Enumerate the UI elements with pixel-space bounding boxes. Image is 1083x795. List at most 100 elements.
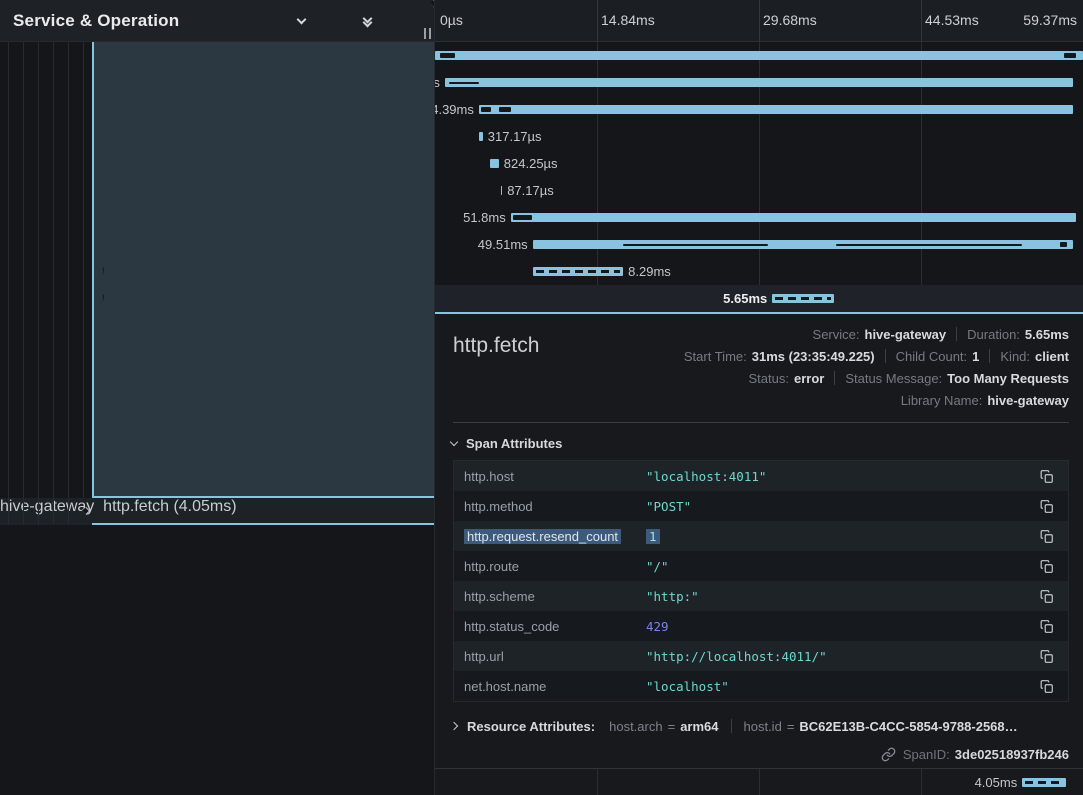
bar-dash-marks xyxy=(775,297,831,300)
copy-icon[interactable] xyxy=(1032,469,1068,484)
attribute-row[interactable]: http.host"localhost:4011" xyxy=(454,461,1068,491)
double-chevron-down-icon[interactable] xyxy=(359,13,375,29)
double-chevron-right-icon[interactable] xyxy=(392,13,408,29)
error-icon xyxy=(96,291,111,306)
attribute-row[interactable]: http.method"POST" xyxy=(454,491,1068,521)
timeline-span-row[interactable]: 54.39ms xyxy=(435,96,1083,123)
span-duration-bar[interactable] xyxy=(1022,778,1066,787)
span-duration-label: 54.39ms xyxy=(435,96,474,123)
span-duration-bar[interactable] xyxy=(511,213,1076,222)
span-duration-bar[interactable] xyxy=(479,105,1073,114)
tree-indent-guide xyxy=(8,42,9,498)
attribute-key: http.route xyxy=(464,559,646,574)
timeline-span-row[interactable]: 8.29ms xyxy=(435,258,1083,285)
tree-indent-guide xyxy=(53,42,54,498)
error-icon xyxy=(96,264,111,279)
attribute-row[interactable]: http.status_code429 xyxy=(454,611,1068,641)
attribute-row[interactable]: net.host.name"localhost" xyxy=(454,671,1068,701)
span-duration-bar[interactable] xyxy=(533,267,623,276)
attribute-value-selection: 1 xyxy=(646,529,660,544)
timeline-panel: 0µs14.84ms29.68ms44.53ms59.37ms 57.57ms5… xyxy=(434,0,1083,795)
resource-value: arm64 xyxy=(680,719,718,734)
timeline-tick-label: 44.53ms xyxy=(925,0,979,40)
detail-meta-row: Status: error Status Message: Too Many Requ… xyxy=(749,367,1070,389)
timeline-span-row[interactable]: 317.17µs xyxy=(435,123,1083,150)
attribute-key: http.host xyxy=(464,469,646,484)
copy-icon[interactable] xyxy=(1032,499,1068,514)
tree-panel-header: Service & Operation xyxy=(0,0,434,42)
copy-icon[interactable] xyxy=(1032,619,1068,634)
span-tree-panel: Service & Operation hive-gateway POST (5… xyxy=(0,0,434,795)
chevron-down-icon xyxy=(450,438,458,446)
timeline-span-row[interactable]: 87.17µs xyxy=(435,177,1083,204)
timeline-span-row[interactable]: 57.57ms xyxy=(435,69,1083,96)
meta-value: error xyxy=(794,371,824,386)
tree-indent-guide xyxy=(23,498,24,525)
span-duration-bar[interactable] xyxy=(435,51,1083,60)
span-duration-label: 8.29ms xyxy=(628,258,671,285)
meta-label: Child Count: xyxy=(896,349,968,364)
bar-self-time-mark xyxy=(513,215,532,220)
span-service-name: hive-gateway xyxy=(0,498,94,515)
span-attributes-table: http.host"localhost:4011"http.method"POS… xyxy=(453,460,1069,702)
copy-icon[interactable] xyxy=(1032,649,1068,664)
attribute-key: http.request.resend_count xyxy=(464,529,646,544)
bar-self-time-mark xyxy=(1064,53,1076,58)
copy-icon[interactable] xyxy=(1032,679,1068,694)
meta-label: Start Time: xyxy=(684,349,747,364)
attribute-key: http.status_code xyxy=(464,619,646,634)
tree-indent-guide xyxy=(8,498,9,525)
tree-panel-title: Service & Operation xyxy=(13,11,179,31)
span-attributes-title: Span Attributes xyxy=(466,436,562,451)
timeline-span-row[interactable] xyxy=(435,42,1083,69)
attribute-row[interactable]: http.scheme"http:" xyxy=(454,581,1068,611)
attribute-key-selection: http.request.resend_count xyxy=(464,529,621,544)
timeline-span-row[interactable]: 5.65ms xyxy=(435,285,1083,312)
attribute-value: "http://localhost:4011/" xyxy=(646,649,1032,664)
meta-label: Status Message: xyxy=(845,371,942,386)
column-resize-handle-icon[interactable] xyxy=(424,28,431,39)
span-row-label: hive-gateway http.fetch (4.05ms) xyxy=(0,498,237,515)
timeline-bottom-row: 4.05ms xyxy=(435,768,1083,795)
tree-indent-guide xyxy=(68,42,69,498)
timeline-body: 57.57ms54.39ms317.17µs824.25µs87.17µs51.… xyxy=(435,42,1083,312)
span-duration-label: 5.65ms xyxy=(723,285,767,312)
resource-attribute: host.arch=arm64 xyxy=(609,719,718,734)
timeline-span-row[interactable]: 51.8ms xyxy=(435,204,1083,231)
link-icon xyxy=(881,747,896,762)
resource-key: host.id xyxy=(744,719,782,734)
timeline-span-row[interactable]: 824.25µs xyxy=(435,150,1083,177)
attribute-row[interactable]: http.url"http://localhost:4011/" xyxy=(454,641,1068,671)
resource-key: host.arch xyxy=(609,719,662,734)
meta-value: Too Many Requests xyxy=(947,371,1069,386)
meta-label: Duration: xyxy=(967,327,1020,342)
copy-icon[interactable] xyxy=(1032,559,1068,574)
span-duration-bar[interactable] xyxy=(501,186,502,195)
expanded-span-region xyxy=(0,42,434,498)
attribute-row[interactable]: http.route"/" xyxy=(454,551,1068,581)
span-duration-bar[interactable] xyxy=(490,159,499,168)
resource-value: BC62E13B-C4CC-5854-9788-2568… xyxy=(799,719,1017,734)
span-detail-panel: http.fetch Service:hive-gatewayDuration:… xyxy=(435,312,1083,768)
span-detail-meta: Service:hive-gatewayDuration:5.65msStart… xyxy=(435,314,1083,411)
span-duration-bar[interactable] xyxy=(479,132,482,141)
timeline-header: 0µs14.84ms29.68ms44.53ms59.37ms xyxy=(435,0,1083,42)
span-row[interactable]: hive-gateway http.fetch (4.05ms) xyxy=(0,498,434,525)
chevron-right-icon[interactable] xyxy=(326,13,342,29)
span-duration-label: 824.25µs xyxy=(504,150,558,177)
span-duration-bar[interactable] xyxy=(445,78,1073,87)
chevron-down-icon[interactable] xyxy=(293,13,309,29)
copy-icon[interactable] xyxy=(1032,589,1068,604)
span-attributes-section-header[interactable]: Span Attributes xyxy=(451,436,1083,451)
tree-indent-guide xyxy=(83,42,84,498)
equals-sign: = xyxy=(787,719,795,734)
attribute-key: http.url xyxy=(464,649,646,664)
meta-label: Status: xyxy=(749,371,789,386)
span-id-row: SpanID: 3de02518937fb246 xyxy=(435,744,1069,764)
attribute-row[interactable]: http.request.resend_count 1 xyxy=(454,521,1068,551)
copy-icon[interactable] xyxy=(1032,529,1068,544)
span-id-value: 3de02518937fb246 xyxy=(955,747,1069,762)
timeline-span-row[interactable]: 49.51ms xyxy=(435,231,1083,258)
resource-attributes-row[interactable]: Resource Attributes: host.arch=arm64host… xyxy=(451,715,1069,737)
span-duration-bar[interactable] xyxy=(772,294,834,303)
